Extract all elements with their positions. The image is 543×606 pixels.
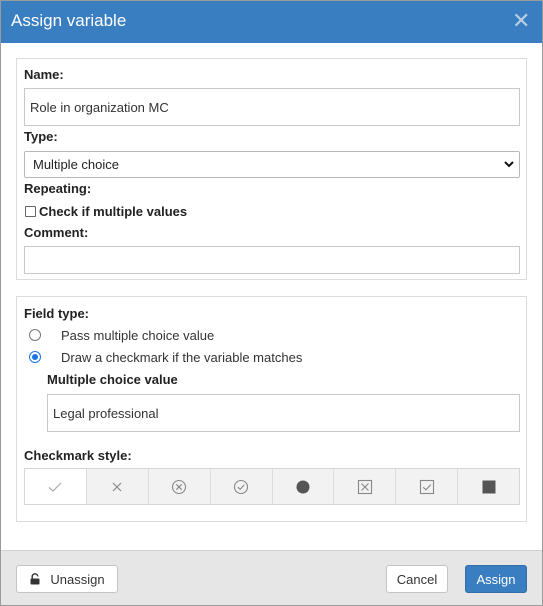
chevron-down-icon xyxy=(504,161,514,168)
type-select[interactable]: Multiple choice xyxy=(24,151,520,178)
radio-pass-value[interactable] xyxy=(29,329,41,341)
name-value: Role in organization MC xyxy=(30,99,169,115)
checkmark-style-check[interactable] xyxy=(25,469,87,504)
checkmark-style-label: Checkmark style: xyxy=(24,448,132,463)
dialog-footer: Unassign Cancel Assign xyxy=(1,550,542,605)
mc-value: Legal professional xyxy=(53,405,159,421)
filled-square-icon xyxy=(482,480,496,493)
comment-field[interactable] xyxy=(24,246,520,274)
checkmark-style-cross[interactable] xyxy=(86,469,149,504)
boxed-cross-icon xyxy=(357,479,372,494)
checkmark-style-filled-circle[interactable] xyxy=(272,469,335,504)
checkmark-style-boxed-cross[interactable] xyxy=(334,469,397,504)
assign-variable-dialog: Assign variable ✕ Name: Role in organiza… xyxy=(0,0,543,606)
unassign-button[interactable]: Unassign xyxy=(16,565,118,593)
assign-button[interactable]: Assign xyxy=(465,565,527,593)
checkmark-style-boxed-check[interactable] xyxy=(396,469,459,504)
cancel-button[interactable]: Cancel xyxy=(386,565,448,593)
type-label: Type: xyxy=(24,129,58,144)
close-icon[interactable]: ✕ xyxy=(512,10,530,32)
radio-draw-checkmark-label[interactable]: Draw a checkmark if the variable matches xyxy=(61,350,302,365)
lock-open-icon xyxy=(30,573,40,585)
mc-value-label: Multiple choice value xyxy=(47,372,178,387)
checkmark-style-circled-check[interactable] xyxy=(210,469,273,504)
radio-draw-checkmark[interactable] xyxy=(29,351,41,363)
repeating-checkbox[interactable] xyxy=(25,206,36,217)
radio-pass-value-label[interactable]: Pass multiple choice value xyxy=(61,328,214,343)
checkmark-style-circled-cross[interactable] xyxy=(148,469,211,504)
cross-icon xyxy=(112,482,122,491)
assign-label: Assign xyxy=(476,571,516,587)
dialog-title: Assign variable xyxy=(11,11,127,30)
checkmark-style-picker xyxy=(24,468,520,505)
name-label: Name: xyxy=(24,67,64,82)
type-value: Multiple choice xyxy=(33,157,119,172)
repeating-label: Repeating: xyxy=(24,181,92,196)
dialog-titlebar: Assign variable ✕ xyxy=(1,1,542,43)
boxed-check-icon xyxy=(419,479,434,494)
circled-cross-icon xyxy=(172,479,187,494)
field-type-panel: Field type: Pass multiple choice value D… xyxy=(16,296,527,522)
unassign-label: Unassign xyxy=(50,571,105,587)
repeating-checkbox-label[interactable]: Check if multiple values xyxy=(39,204,187,219)
name-field[interactable]: Role in organization MC xyxy=(24,88,520,126)
comment-label: Comment: xyxy=(24,225,89,240)
mc-value-field[interactable]: Legal professional xyxy=(47,394,520,432)
circled-check-icon xyxy=(234,479,249,494)
filled-circle-icon xyxy=(296,480,310,493)
cancel-label: Cancel xyxy=(396,571,438,587)
check-icon xyxy=(49,482,62,492)
variable-properties-panel: Name: Role in organization MC Type: Mult… xyxy=(16,58,527,280)
checkmark-style-filled-square[interactable] xyxy=(458,469,519,504)
field-type-label: Field type: xyxy=(24,306,90,321)
